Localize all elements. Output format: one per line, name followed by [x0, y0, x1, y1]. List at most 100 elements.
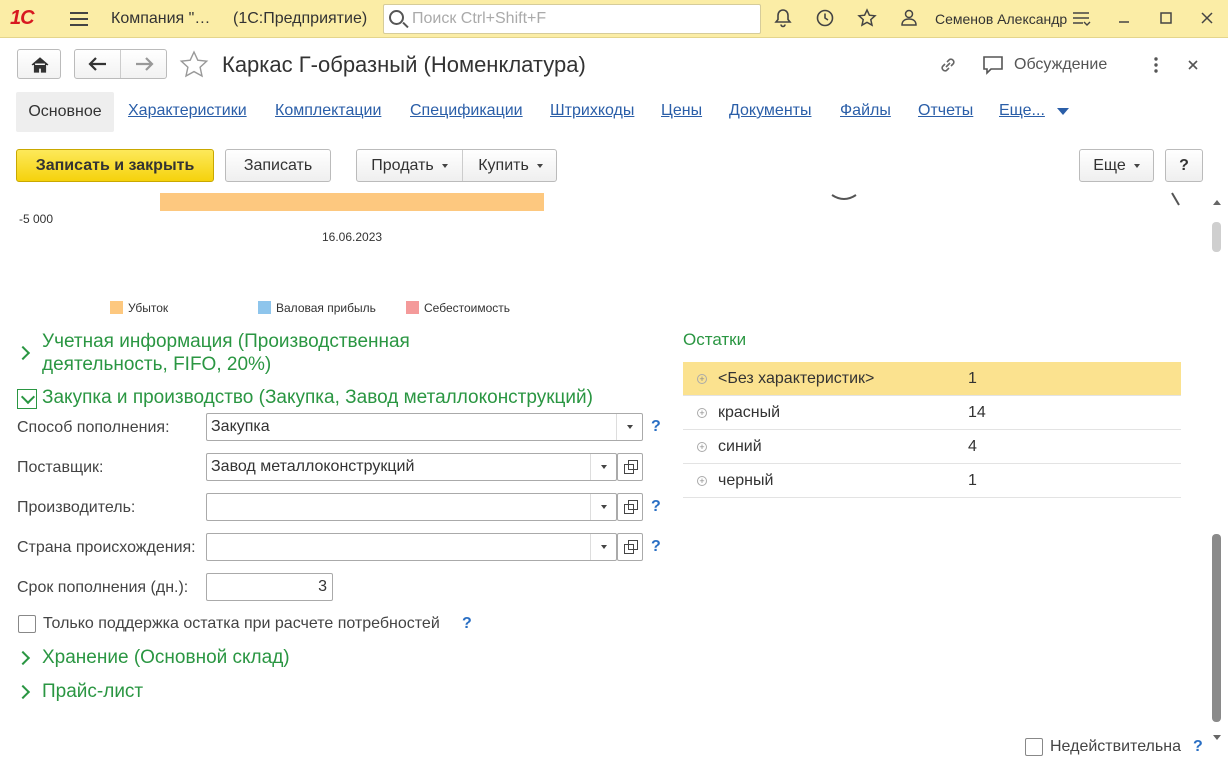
chevron-down-icon[interactable] [590, 494, 616, 520]
close-window-icon[interactable] [1196, 8, 1218, 30]
accounting-expand-icon[interactable] [15, 345, 31, 361]
more-commands-label: Еще [1093, 157, 1126, 174]
discussion-button[interactable]: Обсуждение [1014, 56, 1107, 74]
search-box[interactable] [383, 4, 761, 34]
chevron-down-icon[interactable] [616, 414, 642, 440]
bell-icon[interactable] [772, 8, 794, 30]
tab-documents[interactable]: Документы [729, 102, 811, 120]
tab-more-chevron-icon[interactable] [1057, 108, 1069, 115]
forward-button[interactable] [122, 50, 167, 78]
scrollbar-track-segment[interactable] [1212, 222, 1221, 252]
scroll-up-icon[interactable] [1213, 200, 1221, 205]
tab-reports[interactable]: Отчеты [918, 102, 973, 120]
maximize-icon[interactable] [1155, 8, 1177, 30]
legend-gross-profit-label: Валовая прибыль [276, 301, 376, 315]
country-field[interactable] [206, 533, 617, 561]
chart-loss-bar [160, 193, 544, 211]
nav-buttons [74, 49, 167, 79]
accounting-group-title-2[interactable]: деятельность, FIFO, 20%) [42, 354, 271, 376]
pricelist-group-title[interactable]: Прайс-лист [42, 681, 143, 703]
expand-icon[interactable]: + [697, 374, 707, 384]
expand-icon[interactable]: + [697, 408, 707, 418]
sell-button[interactable]: Продать [357, 150, 463, 181]
stock-only-label[interactable]: Только поддержка остатка при расчете пот… [43, 615, 440, 633]
tab-kits[interactable]: Комплектации [275, 102, 381, 120]
stock-row-name: синий [718, 438, 762, 455]
user-name[interactable]: Семенов Александр [935, 11, 1067, 27]
save-and-close-button[interactable]: Записать и закрыть [16, 149, 214, 182]
stock-row-qty: 4 [968, 438, 977, 455]
home-button[interactable] [17, 49, 61, 79]
inactive-label[interactable]: Недействительна [1050, 738, 1181, 756]
link-icon[interactable] [937, 54, 959, 76]
stock-row-qty: 1 [968, 370, 977, 387]
save-button[interactable]: Записать [225, 149, 331, 182]
stock-title: Остатки [683, 330, 747, 349]
scrollbar-thumb[interactable] [1212, 534, 1221, 722]
tab-barcodes[interactable]: Штрихкоды [550, 102, 634, 120]
table-row[interactable]: + красный 14 [683, 396, 1181, 430]
stock-only-help[interactable]: ? [462, 615, 472, 633]
menu-icon[interactable] [70, 12, 88, 26]
table-row[interactable]: + синий 4 [683, 430, 1181, 464]
tab-specifications[interactable]: Спецификации [410, 102, 523, 120]
more-commands-button[interactable]: Еще [1079, 149, 1154, 182]
users-icon[interactable] [898, 8, 920, 30]
accounting-group-title-1[interactable]: Учетная информация (Производственная [42, 331, 410, 353]
scroll-down-icon[interactable] [1213, 735, 1221, 740]
expand-icon[interactable]: + [697, 476, 707, 486]
purchase-collapse-icon[interactable] [17, 389, 37, 409]
sell-dropdown-icon [441, 163, 448, 168]
country-open-button[interactable] [617, 533, 643, 561]
tab-more-label: Еще... [999, 102, 1045, 119]
chevron-down-icon[interactable] [590, 454, 616, 480]
tab-more[interactable]: Еще... [999, 102, 1045, 120]
tab-prices[interactable]: Цены [661, 102, 702, 120]
term-input[interactable]: 3 [206, 573, 333, 601]
supplier-field[interactable]: Завод металлоконструкций [206, 453, 617, 481]
country-help[interactable]: ? [651, 538, 661, 556]
back-button[interactable] [75, 50, 121, 78]
tab-main[interactable]: Основное [16, 92, 114, 132]
replenish-method-help[interactable]: ? [651, 418, 661, 436]
star-icon[interactable] [856, 8, 878, 30]
tab-characteristics[interactable]: Характеристики [128, 102, 247, 120]
minimize-icon[interactable] [1113, 8, 1135, 30]
pricelist-expand-icon[interactable] [15, 684, 31, 700]
chevron-down-icon[interactable] [590, 534, 616, 560]
supplier-open-button[interactable] [617, 453, 643, 481]
replenish-method-select[interactable]: Закупка [206, 413, 643, 441]
storage-group-title[interactable]: Хранение (Основной склад) [42, 647, 290, 669]
help-button[interactable]: ? [1165, 149, 1203, 182]
table-row[interactable]: + <Без характеристик> 1 [683, 362, 1181, 396]
settings-menu-icon[interactable] [1070, 8, 1092, 30]
buy-label: Купить [478, 157, 529, 174]
home-icon [31, 57, 49, 73]
expand-icon[interactable]: + [697, 442, 707, 452]
arrow-left-icon [88, 57, 106, 71]
discussion-icon [983, 56, 1003, 75]
buy-dropdown-icon [536, 163, 543, 168]
app-name: (1С:Предприятие) [233, 10, 368, 27]
history-icon[interactable] [814, 8, 836, 30]
stock-row-name: черный [718, 472, 774, 489]
close-form-icon[interactable] [1184, 56, 1202, 74]
stock-only-checkbox[interactable] [18, 615, 36, 633]
buy-button[interactable]: Купить [464, 150, 557, 181]
replenish-method-label: Способ пополнения: [17, 419, 170, 436]
more-actions-icon[interactable] [1148, 55, 1164, 75]
inactive-checkbox[interactable] [1025, 738, 1043, 756]
manufacturer-open-button[interactable] [617, 493, 643, 521]
stock-row-name: <Без характеристик> [718, 370, 875, 387]
purchase-group-title[interactable]: Закупка и производство (Закупка, Завод м… [42, 387, 593, 409]
tab-files[interactable]: Файлы [840, 102, 891, 120]
inactive-help[interactable]: ? [1193, 738, 1203, 756]
supplier-value: Завод металлоконструкций [211, 458, 415, 475]
manufacturer-field[interactable] [206, 493, 617, 521]
manufacturer-help[interactable]: ? [651, 498, 661, 516]
storage-expand-icon[interactable] [15, 650, 31, 666]
arrow-right-icon [136, 57, 154, 71]
favorite-star-icon[interactable] [179, 50, 209, 80]
table-row[interactable]: + черный 1 [683, 464, 1181, 498]
search-input[interactable] [412, 8, 752, 30]
